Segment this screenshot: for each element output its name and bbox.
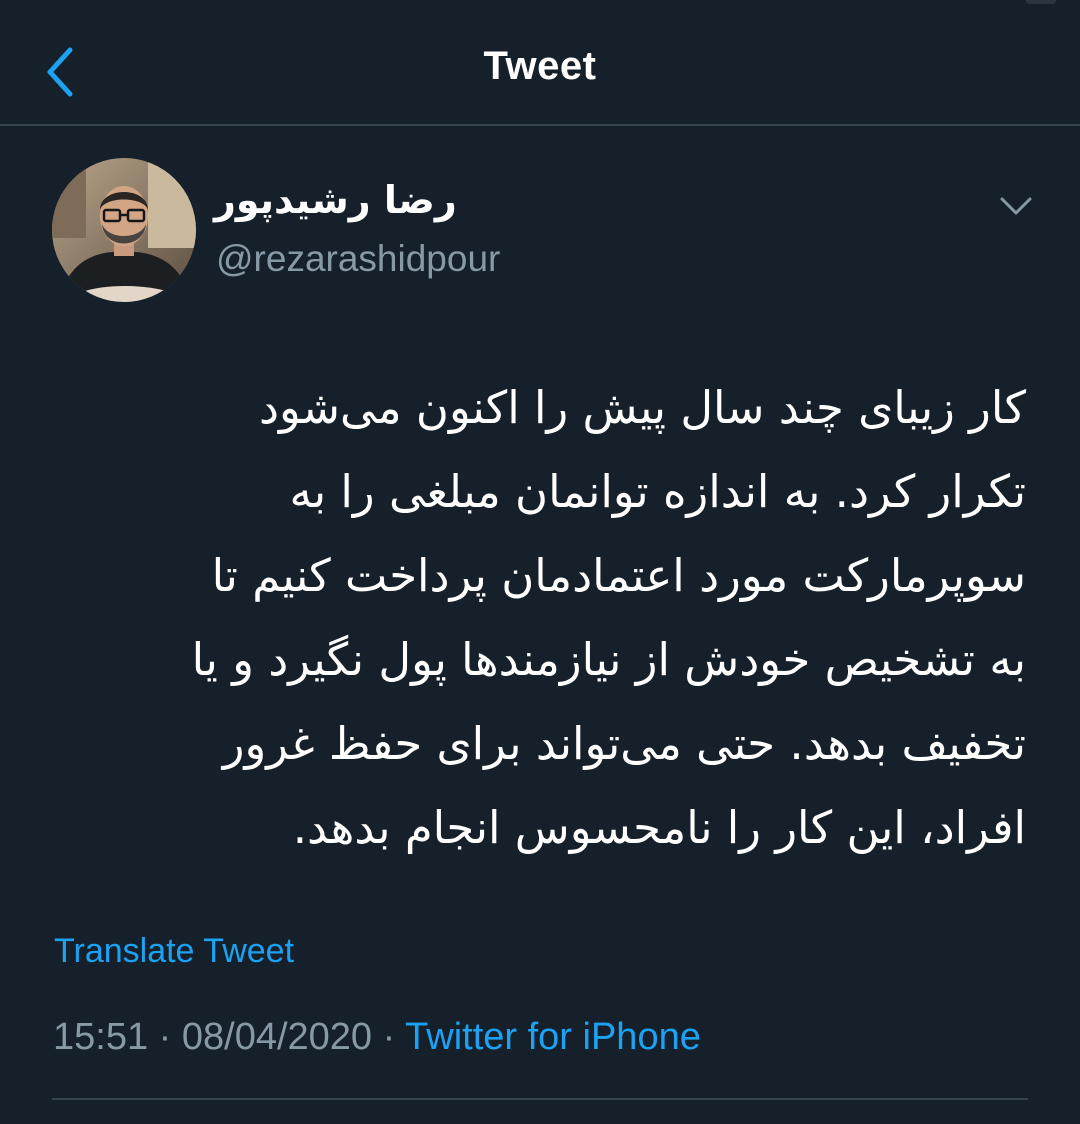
author-handle[interactable]: @rezarashidpour xyxy=(216,238,500,280)
status-bar-fragment xyxy=(1026,0,1056,4)
tweet-text: کار زیبای چند سال پیش را اکنون می‌شود تک… xyxy=(50,366,1026,870)
tweet-time: 15:51 xyxy=(53,1016,149,1058)
page-title: Tweet xyxy=(483,44,597,88)
tweet-text-line: تکرار کرد. به اندازه توانمان مبلغی را به xyxy=(289,465,1026,518)
avatar-photo xyxy=(52,158,196,302)
chevron-down-icon xyxy=(1000,197,1032,215)
tweet-text-line: سوپرمارکت مورد اعتمادمان پرداخت کنیم تا xyxy=(211,549,1026,602)
more-options-button[interactable] xyxy=(994,188,1038,222)
translate-tweet-link[interactable]: Translate Tweet xyxy=(54,932,294,971)
tweet-source-link[interactable]: Twitter for iPhone xyxy=(405,1016,701,1058)
top-bar: Tweet xyxy=(0,0,1080,126)
divider xyxy=(52,1098,1028,1100)
meta-separator: · xyxy=(382,1016,396,1058)
author-display-name[interactable]: رضا رشیدپور xyxy=(214,178,457,222)
tweet-date: 08/04/2020 xyxy=(181,1016,373,1058)
meta-separator: · xyxy=(158,1016,172,1058)
tweet-text-line: کار زیبای چند سال پیش را اکنون می‌شود xyxy=(259,381,1026,434)
tweet-text-line: تخفیف بدهد. حتی می‌تواند برای حفظ غرور xyxy=(222,717,1026,770)
tweet-meta: 15:51 · 08/04/2020 · Twitter for iPhone xyxy=(53,1016,701,1059)
tweet-text-line: به تشخیص خودش از نیازمندها پول نگیرد و ی… xyxy=(191,633,1026,686)
avatar[interactable] xyxy=(52,158,196,302)
tweet-text-line: افراد، این کار را نامحسوس انجام بدهد. xyxy=(292,801,1026,854)
